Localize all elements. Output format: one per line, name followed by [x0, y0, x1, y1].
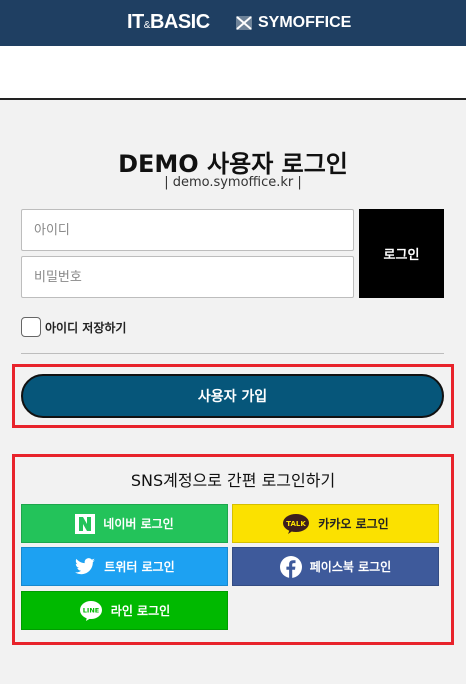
- login-button[interactable]: 로그인: [359, 209, 444, 298]
- kakao-login-button[interactable]: TALK 카카오 로그인: [232, 504, 439, 543]
- page-title: DEMO 사용자 로그인: [118, 150, 348, 178]
- twitter-bird-icon: [74, 557, 96, 576]
- line-icon-text: LINE: [83, 606, 99, 614]
- kakao-talk-icon: TALK: [282, 513, 310, 535]
- line-login-label: 라인 로그인: [110, 604, 171, 618]
- brand-header: IT&BASIC SYMOFFICE: [0, 0, 466, 46]
- naver-icon: [75, 513, 96, 534]
- naver-login-label: 네이버 로그인: [103, 517, 174, 531]
- signup-button[interactable]: 사용자 가입: [21, 374, 444, 418]
- symoffice-label: SYMOFFICE: [258, 14, 352, 31]
- nav-strip: [0, 46, 466, 100]
- kakao-icon-text: TALK: [287, 520, 307, 528]
- logo-it: IT: [127, 11, 144, 33]
- naver-login-button[interactable]: 네이버 로그인: [21, 504, 228, 543]
- facebook-icon: [279, 555, 302, 578]
- facebook-login-button[interactable]: 페이스북 로그인: [232, 547, 439, 586]
- user-id-input[interactable]: [21, 209, 354, 251]
- checkbox-box[interactable]: [21, 317, 41, 337]
- sns-title: SNS계정으로 간편 로그인하기: [130, 471, 336, 490]
- facebook-login-label: 페이스북 로그인: [309, 560, 392, 574]
- line-login-button[interactable]: LINE 라인 로그인: [21, 591, 228, 630]
- symoffice-logo[interactable]: SYMOFFICE: [236, 14, 351, 32]
- symoffice-icon: [236, 16, 252, 30]
- line-icon: LINE: [79, 600, 103, 622]
- itbasic-logo[interactable]: IT&BASIC: [127, 11, 210, 34]
- page-subtitle: | demo.symoffice.kr |: [164, 175, 302, 190]
- save-id-label: 아이디 저장하기: [45, 320, 127, 335]
- logo-basic: BASIC: [149, 11, 210, 33]
- password-input[interactable]: [21, 256, 354, 298]
- divider: [21, 353, 444, 354]
- save-id-checkbox[interactable]: 아이디 저장하기: [21, 317, 126, 337]
- kakao-login-label: 카카오 로그인: [318, 517, 389, 531]
- twitter-login-button[interactable]: 트위터 로그인: [21, 547, 228, 586]
- twitter-login-label: 트위터 로그인: [104, 560, 175, 574]
